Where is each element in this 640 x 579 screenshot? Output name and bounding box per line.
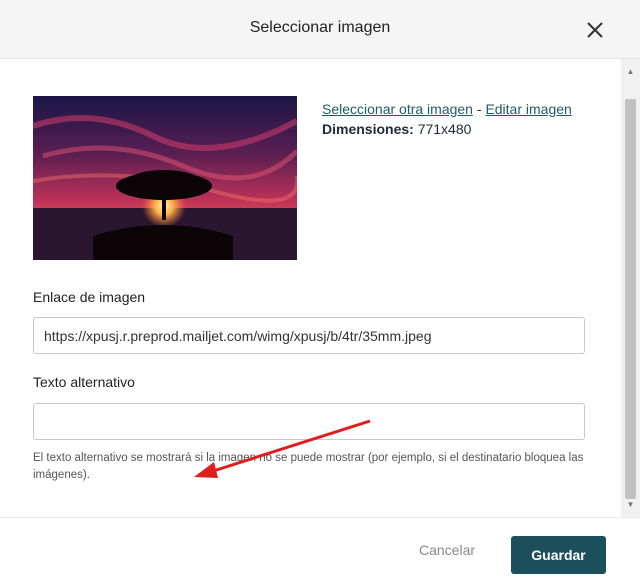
image-link-label: Enlace de imagen [33,289,146,305]
dialog-body: Seleccionar otra imagen - Editar imagen … [0,59,621,517]
link-separator: - [472,101,486,117]
dialog-footer: Cancelar Guardar [0,517,640,579]
select-other-image-link[interactable]: Seleccionar otra imagen [322,101,473,117]
scrollbar-thumb[interactable] [625,99,636,499]
dimensions-value: 771x480 [417,121,472,137]
scroll-down-icon[interactable]: ▼ [621,496,640,513]
scrollbar[interactable]: ▲ ▼ [621,59,640,517]
close-icon[interactable] [584,19,606,41]
cancel-button[interactable]: Cancelar [406,539,488,561]
alt-text-help: El texto alternativo se mostrará si la i… [33,452,584,481]
alt-text-field[interactable] [33,403,585,440]
dialog-title: Seleccionar imagen [249,19,391,36]
dimensions-label: Dimensiones: [322,121,414,137]
image-preview [33,96,297,260]
save-button[interactable]: Guardar [511,536,606,574]
image-meta: Seleccionar otra imagen - Editar imagen … [322,99,572,139]
edit-image-link[interactable]: Editar imagen [485,101,571,117]
scroll-up-icon[interactable]: ▲ [621,63,640,80]
alt-text-label: Texto alternativo [33,374,135,390]
image-link-field[interactable] [33,317,585,354]
image-dimensions: Dimensiones: 771x480 [322,119,572,139]
dialog-header: Seleccionar imagen [0,0,640,59]
